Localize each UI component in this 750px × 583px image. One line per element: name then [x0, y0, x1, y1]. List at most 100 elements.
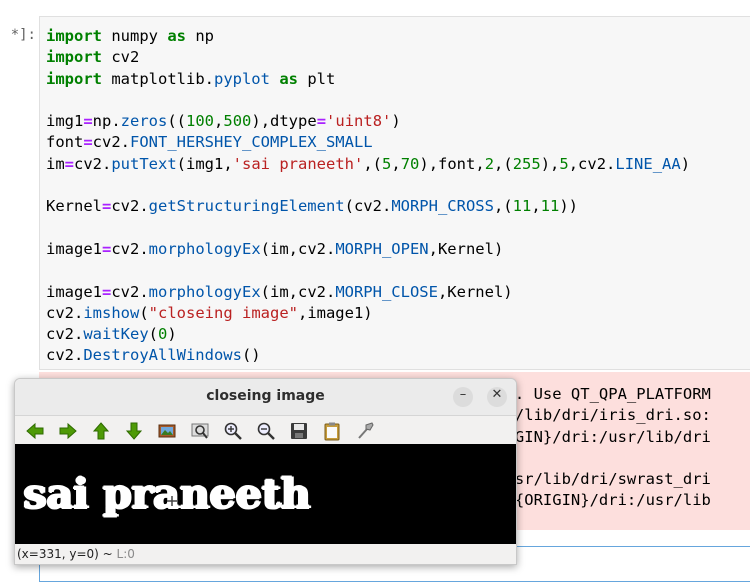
minimize-button[interactable]: – [453, 387, 473, 407]
code-token: 70 [400, 154, 420, 173]
code-token: imshow [83, 303, 140, 322]
zoom-out-icon[interactable] [256, 421, 276, 441]
code-token: LINE_AA [615, 154, 681, 173]
code-token: , [531, 197, 541, 216]
code-token: ,( [493, 197, 513, 216]
code-line[interactable]: im=cv2.putText(img1,'sai praneeth',(5,70… [46, 154, 690, 175]
code-token: cv2. [111, 197, 149, 216]
code-token: image1 [46, 282, 102, 301]
code-token: (cv2. [344, 197, 392, 216]
code-token: cv2 [102, 48, 140, 67]
status-level: L:0 [116, 547, 135, 561]
close-button[interactable]: ✕ [487, 387, 507, 407]
zoom-fit-icon[interactable] [190, 421, 210, 441]
arrow-right-icon[interactable] [58, 421, 78, 441]
properties-icon[interactable] [355, 421, 375, 441]
window-titlebar[interactable]: closeing image – ✕ [15, 379, 516, 416]
code-token: Kernel [46, 197, 102, 216]
code-token: 'sai praneeth' [232, 154, 364, 173]
code-token: MORPH_CLOSE [335, 282, 438, 301]
code-token: , [391, 154, 401, 173]
code-token: as [167, 27, 186, 45]
arrow-up-icon[interactable] [91, 421, 111, 441]
code-token: FONT_HERSHEY_COMPLEX_SMALL [130, 133, 373, 152]
code-line[interactable]: import numpy as np [46, 26, 690, 47]
code-line[interactable] [46, 90, 690, 111]
opencv-window[interactable]: closeing image – ✕ sai praneeth (x=331, … [14, 378, 517, 565]
code-token: = [102, 239, 112, 258]
zoom-in-icon[interactable] [223, 421, 243, 441]
code-token: as [279, 69, 298, 88]
code-token: ,Kernel) [437, 282, 513, 301]
copy-to-clipboard-icon[interactable] [322, 421, 342, 441]
code-line[interactable] [46, 175, 690, 196]
rendered-image-text: sai praneeth [23, 470, 311, 518]
code-line[interactable] [46, 218, 690, 239]
code-line[interactable] [46, 260, 690, 281]
code-token: 0 [158, 325, 168, 344]
code-line[interactable]: image1=cv2.morphologyEx(im,cv2.MORPH_CLO… [46, 282, 690, 303]
window-toolbar [15, 416, 516, 444]
window-statusbar: (x=331, y=0) ~ L:0 [17, 547, 135, 561]
code-token: 11 [512, 197, 532, 216]
code-token: 100 [186, 112, 215, 131]
code-token: zeros [120, 112, 168, 131]
code-token: = [102, 197, 112, 216]
code-token: ),font, [419, 154, 485, 173]
code-line[interactable]: Kernel=cv2.getStructuringElement(cv2.MOR… [46, 196, 690, 217]
code-token: import [46, 27, 102, 45]
code-token: MORPH_CROSS [391, 197, 494, 216]
code-token: (img1, [176, 154, 233, 173]
code-token: 500 [223, 112, 252, 131]
code-token: import [46, 48, 102, 67]
code-token: ) [391, 112, 401, 131]
code-line[interactable]: cv2.imshow("closeing image",image1) [46, 303, 690, 324]
code-token: numpy [102, 27, 168, 45]
code-token: plt [298, 69, 336, 88]
code-token: im [46, 154, 65, 173]
code-editor[interactable]: import numpy as np import cv2 import matpl… [46, 26, 690, 367]
code-token: 5 [559, 154, 569, 173]
code-line[interactable]: image1=cv2.morphologyEx(im,cv2.MORPH_OPE… [46, 239, 690, 260]
code-token: 255 [512, 154, 541, 173]
code-token: )) [559, 197, 578, 216]
code-token: 5 [382, 154, 392, 173]
code-token: ) [680, 154, 691, 173]
image-canvas[interactable]: sai praneeth [15, 444, 516, 544]
code-token: ),dtype [251, 112, 317, 131]
status-coordinates: (x=331, y=0) ~ [17, 547, 117, 561]
code-cell[interactable]: import numpy as np import cv2 import matpl… [39, 16, 750, 370]
code-token: ), [540, 154, 560, 173]
arrow-down-icon[interactable] [124, 421, 144, 441]
code-token: ,( [363, 154, 382, 173]
code-token: ,cv2. [568, 154, 616, 173]
code-token: 2 [484, 154, 495, 173]
code-token: pyplot [213, 69, 270, 88]
code-token: cv2. [111, 282, 149, 301]
code-token: putText [111, 154, 177, 173]
code-token: cv2. [74, 154, 112, 173]
code-token: cv2. [46, 346, 84, 365]
code-token: = [83, 133, 93, 152]
code-line[interactable]: cv2.DestroyAllWindows() [46, 345, 690, 366]
code-token: (im,cv2. [260, 282, 336, 301]
code-line[interactable]: import cv2 [46, 47, 690, 68]
code-token: () [241, 346, 261, 365]
code-line[interactable]: import matplotlib.pyplot as plt [46, 69, 690, 90]
code-token: img1 [46, 112, 84, 131]
save-icon[interactable] [289, 421, 309, 441]
arrow-left-icon[interactable] [25, 421, 45, 441]
code-token: np [186, 27, 214, 45]
code-token: = [102, 282, 112, 301]
code-line[interactable]: font=cv2.FONT_HERSHEY_COMPLEX_SMALL [46, 132, 690, 153]
code-line[interactable]: cv2.waitKey(0) [46, 324, 690, 345]
code-token: ,image1) [297, 303, 373, 322]
code-token: morphologyEx [148, 239, 261, 258]
code-token: ( [148, 325, 158, 344]
code-token: MORPH_OPEN [335, 239, 429, 258]
code-line[interactable]: img1=np.zeros((100,500),dtype='uint8') [46, 111, 690, 132]
code-token: (im,cv2. [260, 239, 336, 258]
code-token: ,( [494, 154, 513, 173]
zoom-in-image-icon[interactable] [157, 421, 177, 441]
